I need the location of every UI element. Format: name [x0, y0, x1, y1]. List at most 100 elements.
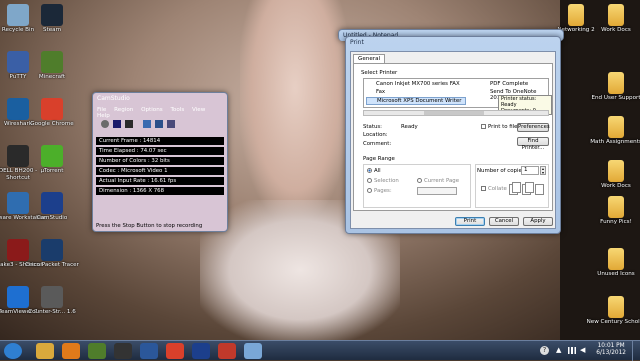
- printer-pdf-complete[interactable]: PDF Complete: [490, 81, 528, 87]
- menu-options[interactable]: Options: [141, 107, 163, 113]
- desktop-icon-label: Google Chrome: [30, 121, 74, 127]
- stat-colors: Number of Colors : 32 bits: [96, 157, 224, 165]
- page-range-label: Page Range: [363, 156, 395, 162]
- print-to-file-option[interactable]: Print to file: [481, 124, 517, 130]
- camstudio-toolbar: [99, 119, 179, 129]
- stop-button[interactable]: [125, 120, 133, 128]
- comment-label: Comment:: [363, 141, 392, 147]
- desktop-icon[interactable]: Counter-Str... 1.6: [22, 286, 82, 316]
- show-hidden-icons[interactable]: ▲: [556, 346, 561, 354]
- desktop-folder-label: End User Support: [591, 95, 640, 101]
- desktop-icon[interactable]: Cisco Packet Tracer: [22, 239, 82, 269]
- camstudio-menubar: File Region Options Tools View Help: [97, 107, 227, 119]
- volume-icon[interactable]: ◀: [580, 346, 585, 354]
- start-orb-icon[interactable]: [4, 343, 22, 359]
- camstudio-title: CamStudio: [97, 95, 130, 102]
- desktop-icon-label: CamStudio: [36, 215, 68, 221]
- minecraft-icon: [41, 51, 63, 73]
- printer-list[interactable]: Canon Inkjet MX700 series FAX PDF Comple…: [363, 78, 552, 115]
- pause-button[interactable]: [113, 120, 121, 128]
- copies-spin-icon[interactable]: ▴ ▾: [540, 166, 546, 175]
- notepad-icon[interactable]: [244, 343, 262, 359]
- network-icon[interactable]: [568, 347, 576, 354]
- find-printer-button[interactable]: Find Printer...: [517, 137, 549, 151]
- camstudio-window[interactable]: CamStudio File Region Options Tools View…: [92, 92, 228, 232]
- desktop-folder-label: Funny Pics!: [600, 219, 632, 225]
- range-selection-radio[interactable]: [367, 178, 372, 183]
- chrome-icon: [41, 98, 63, 120]
- folder-explorer-icon[interactable]: [36, 343, 54, 359]
- word-icon[interactable]: [140, 343, 158, 359]
- tab-general[interactable]: General: [353, 54, 386, 63]
- range-all-option[interactable]: All: [367, 168, 381, 174]
- media-player-icon[interactable]: [62, 343, 80, 359]
- printer-fax[interactable]: Fax: [376, 89, 385, 95]
- range-current-option[interactable]: Current Page: [417, 178, 459, 184]
- annotation-icon[interactable]: [155, 120, 163, 128]
- print-button[interactable]: Print: [455, 217, 485, 226]
- counter-strike-icon: [41, 286, 63, 308]
- wallpaper-face: [240, 0, 350, 220]
- stat-input-rate: Actual Input Rate : 16.61 fps: [96, 177, 224, 185]
- terminal-icon[interactable]: [114, 343, 132, 359]
- action-center-icon[interactable]: ?: [540, 346, 549, 355]
- print-to-file-checkbox[interactable]: [481, 124, 486, 129]
- desktop-icon-label: Steam: [42, 27, 62, 33]
- status-label: Status:: [363, 124, 382, 130]
- stat-current-frame: Current Frame : 14814: [96, 137, 224, 145]
- desktop-folder[interactable]: End User Support: [586, 72, 640, 102]
- desktop-folder[interactable]: Math Assignments: [586, 116, 640, 146]
- collate-label: Collate: [488, 186, 507, 192]
- desktop-icon[interactable]: Google Chrome: [22, 98, 82, 128]
- apply-button[interactable]: Apply: [523, 217, 553, 226]
- desktop-folder-label: Unused Icons: [597, 271, 635, 277]
- range-pages-option[interactable]: Pages:: [367, 188, 392, 194]
- desktop-folder-label: Math Assignments: [590, 139, 640, 145]
- cancel-button[interactable]: Cancel: [489, 217, 519, 226]
- preferences-button[interactable]: Preferences: [517, 123, 550, 132]
- chrome-icon[interactable]: [166, 343, 184, 359]
- show-desktop-button[interactable]: [632, 341, 640, 361]
- desktop-icon[interactable]: Minecraft: [22, 51, 82, 81]
- desktop-icon[interactable]: µTorrent: [22, 145, 82, 175]
- minecraft-icon[interactable]: [88, 343, 106, 359]
- recorder-icon[interactable]: [218, 343, 236, 359]
- webcam-icon[interactable]: [167, 120, 175, 128]
- print-dialog[interactable]: Print General Select Printer Canon Inkje…: [345, 36, 561, 234]
- printer-canon-fax[interactable]: Canon Inkjet MX700 series FAX: [376, 81, 460, 87]
- collate-option[interactable]: Collate: [481, 186, 507, 192]
- printer-xps-writer[interactable]: Microsoft XPS Document Writer: [366, 97, 467, 105]
- camstudio-icon[interactable]: [192, 343, 210, 359]
- folder-icon: [608, 160, 624, 182]
- desktop-icon[interactable]: Steam: [22, 4, 82, 34]
- menu-view[interactable]: View: [192, 107, 205, 113]
- desktop-folder[interactable]: Unused Icons: [586, 248, 640, 278]
- location-label: Location:: [363, 132, 388, 138]
- copies-stepper[interactable]: 1: [521, 166, 539, 175]
- menu-region[interactable]: Region: [114, 107, 133, 113]
- range-pages-label: Pages:: [374, 188, 392, 194]
- desktop-folder[interactable]: Funny Pics!: [586, 196, 640, 226]
- pages-input[interactable]: [417, 187, 457, 195]
- region-icon[interactable]: [143, 120, 151, 128]
- desktop-folder[interactable]: New Century Scholar: [586, 296, 640, 326]
- collate-pages-icon: [509, 180, 545, 196]
- folder-icon: [608, 116, 624, 138]
- menu-tools[interactable]: Tools: [170, 107, 184, 113]
- range-all-radio[interactable]: [367, 168, 372, 173]
- range-selection-option[interactable]: Selection: [367, 178, 399, 184]
- desktop-icon-label: Cisco Packet Tracer: [25, 262, 79, 268]
- desktop-folder[interactable]: Work Docs: [586, 4, 640, 34]
- collate-checkbox[interactable]: [481, 186, 486, 191]
- desktop-icon[interactable]: CamStudio: [22, 192, 82, 222]
- desktop-folder-label: Work Docs: [601, 27, 631, 33]
- range-pages-radio[interactable]: [367, 188, 372, 193]
- record-button[interactable]: [101, 120, 109, 128]
- range-current-radio[interactable]: [417, 178, 422, 183]
- taskbar: ? ▲ ◀ 10:01 PM 6/13/2012: [0, 340, 640, 361]
- desktop-folder[interactable]: Work Docs: [586, 160, 640, 190]
- folder-icon: [568, 4, 584, 26]
- system-clock[interactable]: 10:01 PM 6/13/2012: [596, 343, 626, 357]
- folder-icon: [608, 72, 624, 94]
- printer-list-scrollbar[interactable]: [363, 110, 549, 116]
